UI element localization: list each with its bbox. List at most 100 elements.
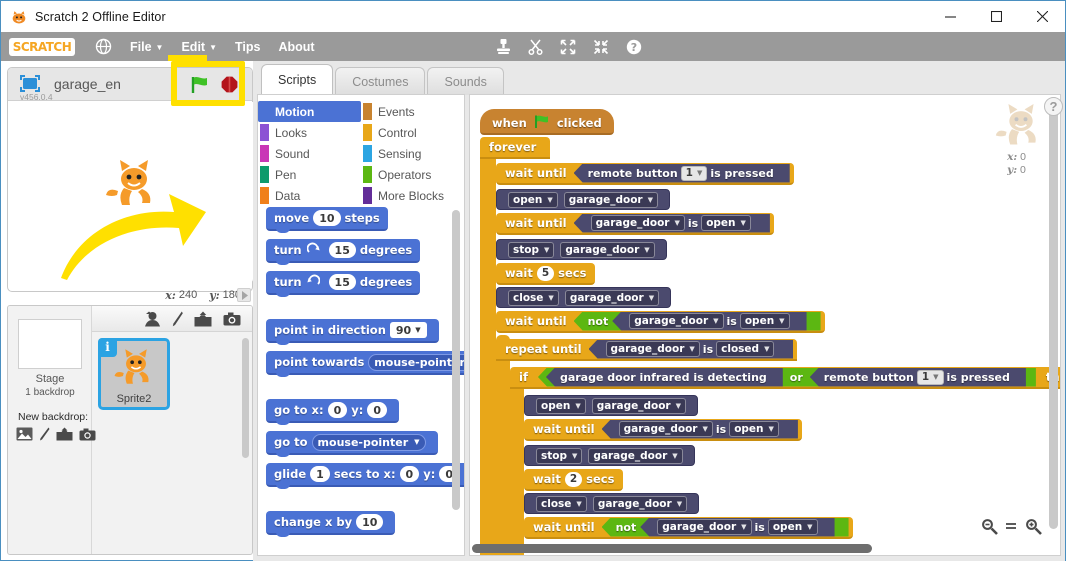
maximize-button[interactable]: [973, 1, 1019, 32]
goto-y-input[interactable]: 0: [367, 402, 387, 418]
cut-scissors-icon[interactable]: [528, 39, 543, 55]
sprite-card-sprite2[interactable]: i Sprite2: [98, 338, 170, 410]
tab-scripts[interactable]: Scripts: [261, 64, 333, 95]
zoom-reset-icon[interactable]: [1000, 515, 1022, 537]
block-wait-until-1[interactable]: wait until remote button 1▼ is pressed: [496, 163, 794, 185]
action-dropdown[interactable]: close▼: [536, 496, 587, 512]
block-wait-secs-2[interactable]: wait 2 secs: [524, 469, 623, 491]
wait-secs-input[interactable]: 5: [537, 266, 554, 281]
device-dropdown[interactable]: garage_door▼: [619, 421, 713, 437]
block-forever[interactable]: forever: [480, 137, 550, 159]
change-x-input[interactable]: 10: [356, 514, 383, 530]
predicate-garage-door-is-open[interactable]: garage_door▼ is open▼: [574, 214, 770, 233]
palette-block-turn-left[interactable]: turn 15 degrees: [266, 271, 420, 295]
canvas-horizontal-scrollbar[interactable]: [472, 544, 872, 553]
stage-thumbnail[interactable]: [18, 319, 82, 369]
help-icon[interactable]: ?: [626, 39, 642, 55]
device-dropdown[interactable]: garage_door▼: [657, 519, 751, 535]
palette-block-go-to[interactable]: go to mouse-pointer▼: [266, 431, 438, 455]
palette-block-glide[interactable]: glide 1 secs to x: 0 y: 0: [266, 463, 465, 487]
category-events[interactable]: Events: [361, 101, 464, 122]
remote-button-number-dropdown[interactable]: 1▼: [681, 166, 708, 181]
upload-sprite-icon[interactable]: [194, 311, 212, 327]
palette-block-point-towards[interactable]: point towards mouse-pointer▼: [266, 351, 465, 375]
action-dropdown[interactable]: open▼: [508, 192, 558, 208]
grow-icon[interactable]: [560, 39, 576, 55]
action-dropdown[interactable]: open▼: [536, 398, 586, 414]
goto-target-dropdown[interactable]: mouse-pointer▼: [312, 434, 426, 451]
category-sensing[interactable]: Sensing: [361, 143, 464, 164]
palette-block-move[interactable]: move 10 steps: [266, 207, 388, 231]
point-direction-dropdown[interactable]: 90▼: [390, 322, 427, 338]
state-dropdown[interactable]: open▼: [740, 313, 790, 329]
remote-button-number-dropdown[interactable]: 1▼: [917, 370, 944, 385]
glide-secs-input[interactable]: 1: [310, 466, 330, 482]
predicate-garage-door-is-open[interactable]: garage_door▼ is open▼: [640, 518, 834, 537]
predicate-infrared-detecting[interactable]: garage door infrared is detecting: [546, 368, 783, 387]
block-stop-garage-door-1[interactable]: stop▼ garage_door▼: [496, 239, 667, 260]
move-steps-input[interactable]: 10: [313, 210, 340, 226]
device-dropdown[interactable]: garage_door▼: [565, 290, 659, 306]
question-mark-icon[interactable]: ?: [1044, 97, 1063, 116]
block-wait-until-not-2[interactable]: wait until not garage_door▼ is open▼: [524, 517, 853, 539]
state-dropdown[interactable]: closed▼: [716, 341, 774, 357]
paint-backdrop-icon[interactable]: [39, 427, 50, 441]
turn-right-degrees-input[interactable]: 15: [329, 242, 356, 258]
category-data[interactable]: Data: [258, 185, 361, 206]
block-open-garage-door-2[interactable]: open▼ garage_door▼: [524, 395, 698, 416]
device-dropdown[interactable]: garage_door▼: [606, 341, 700, 357]
category-pen[interactable]: Pen: [258, 164, 361, 185]
predicate-garage-door-is-open[interactable]: garage_door▼ is open▼: [612, 312, 806, 331]
state-dropdown[interactable]: open▼: [701, 215, 751, 231]
block-wait-until-not-1[interactable]: wait until not garage_door▼ is open▼: [496, 311, 825, 333]
new-sprite-icon[interactable]: [144, 311, 161, 327]
wait-secs-input[interactable]: 2: [565, 472, 582, 487]
device-dropdown[interactable]: garage_door▼: [629, 313, 723, 329]
glide-x-input[interactable]: 0: [400, 466, 420, 482]
device-dropdown[interactable]: garage_door▼: [588, 448, 682, 464]
tab-costumes[interactable]: Costumes: [335, 67, 425, 95]
tab-sounds[interactable]: Sounds: [427, 67, 503, 95]
point-towards-dropdown[interactable]: mouse-pointer▼: [368, 354, 465, 371]
menu-edit[interactable]: Edit ▼: [181, 40, 217, 54]
zoom-out-icon[interactable]: [978, 515, 1000, 537]
zoom-in-icon[interactable]: [1022, 515, 1044, 537]
camera-sprite-icon[interactable]: [223, 312, 241, 326]
block-wait-until-3[interactable]: wait until garage_door▼ is open▼: [524, 419, 802, 441]
action-dropdown[interactable]: stop▼: [508, 242, 554, 258]
sprite-pane-scrollbar[interactable]: [242, 338, 249, 458]
action-dropdown[interactable]: stop▼: [536, 448, 582, 464]
operator-not-2[interactable]: not garage_door▼ is open▼: [602, 518, 849, 537]
predicate-remote-button-pressed[interactable]: remote button 1▼ is pressed: [810, 368, 1026, 387]
device-dropdown[interactable]: garage_door▼: [592, 398, 686, 414]
script-canvas[interactable]: x: 0 y: 0 when clicked for: [469, 94, 1061, 556]
category-motion[interactable]: Motion: [258, 101, 361, 122]
palette-block-change-x[interactable]: change x by 10: [266, 511, 395, 535]
operator-or[interactable]: garage door infrared is detecting or rem…: [538, 368, 1036, 387]
block-stop-garage-door-2[interactable]: stop▼ garage_door▼: [524, 445, 695, 466]
category-sound[interactable]: Sound: [258, 143, 361, 164]
device-dropdown[interactable]: garage_door▼: [593, 496, 687, 512]
upload-backdrop-icon[interactable]: [56, 427, 73, 441]
goto-x-input[interactable]: 0: [328, 402, 348, 418]
device-dropdown[interactable]: garage_door▼: [564, 192, 658, 208]
chevron-right-icon[interactable]: [237, 288, 251, 302]
canvas-vertical-scrollbar[interactable]: [1049, 97, 1058, 529]
device-dropdown[interactable]: garage_door▼: [560, 242, 654, 258]
block-wait-secs-1[interactable]: wait 5 secs: [496, 263, 595, 285]
menu-tips[interactable]: Tips: [235, 40, 260, 54]
palette-scrollbar[interactable]: [452, 210, 460, 510]
palette-block-turn-right[interactable]: turn 15 degrees: [266, 239, 420, 263]
device-dropdown[interactable]: garage_door▼: [591, 215, 685, 231]
category-more-blocks[interactable]: More Blocks: [361, 185, 464, 206]
predicate-remote-button-pressed[interactable]: remote button 1▼ is pressed: [574, 164, 790, 183]
menu-file[interactable]: File ▼: [130, 40, 163, 54]
menu-about[interactable]: About: [278, 40, 314, 54]
state-dropdown[interactable]: open▼: [768, 519, 818, 535]
block-close-garage-door-1[interactable]: close▼ garage_door▼: [496, 287, 671, 308]
shrink-icon[interactable]: [593, 39, 609, 55]
stage-selector-column[interactable]: Stage 1 backdrop New backdrop:: [8, 306, 92, 555]
duplicate-stamp-icon[interactable]: [496, 39, 511, 55]
state-dropdown[interactable]: open▼: [729, 421, 779, 437]
backdrop-library-icon[interactable]: [16, 427, 33, 441]
